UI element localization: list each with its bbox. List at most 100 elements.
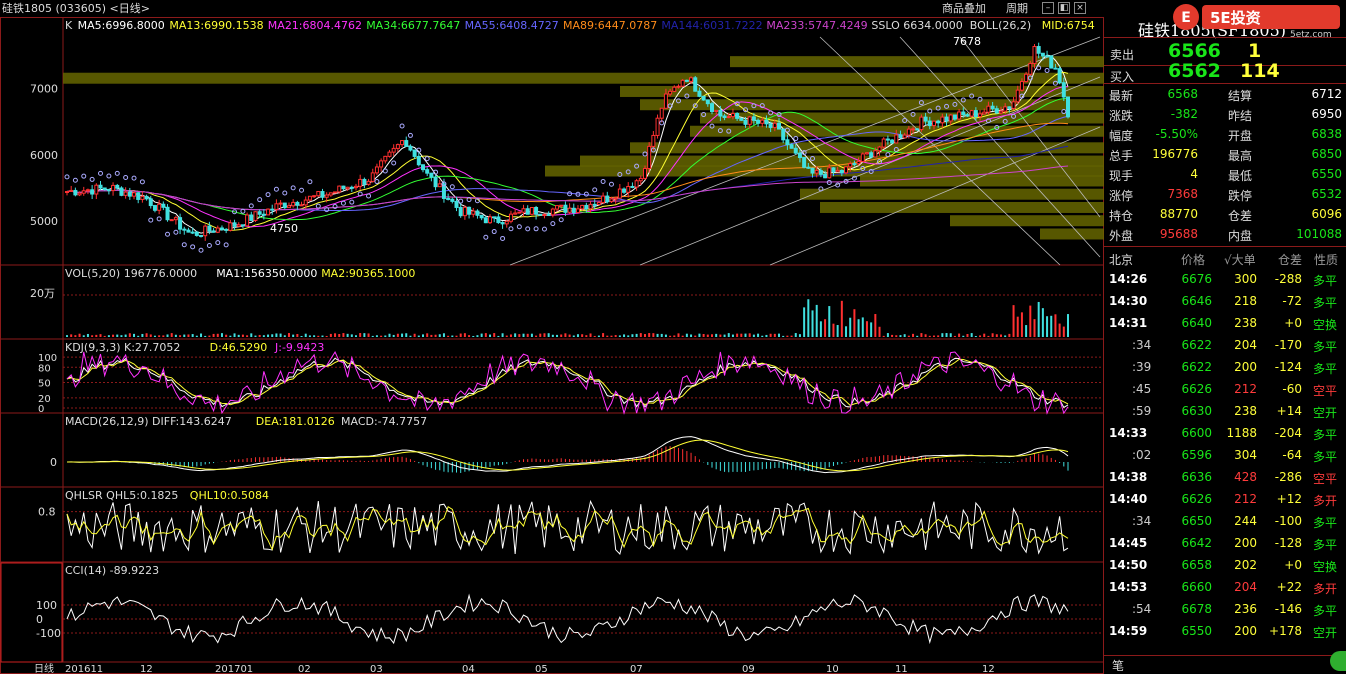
- volume-bar: [530, 333, 533, 337]
- stat-label: 最新: [1109, 89, 1134, 103]
- close-icon[interactable]: ×: [1074, 2, 1086, 14]
- volume-bar: [384, 335, 387, 337]
- stat-row: 幅度 -5.50% 开盘 6838: [1104, 127, 1346, 147]
- title-bar: 硅铁1805 (033605) <日线> 商品叠加 周期 – ◧ ×: [0, 0, 1346, 17]
- restore-icon[interactable]: ◧: [1058, 2, 1070, 14]
- candle-body: [789, 144, 794, 149]
- volume-bar: [803, 307, 806, 337]
- tick-time: 14:26: [1109, 272, 1148, 286]
- volume-bar: [891, 334, 894, 337]
- sar-dot: [165, 231, 171, 237]
- x-axis-label: 05: [535, 664, 548, 674]
- sar-dot: [156, 216, 162, 222]
- volume-bar: [422, 334, 425, 337]
- tick-row[interactable]: 14:33 6600 1188 -204 多平: [1104, 423, 1346, 445]
- tick-row[interactable]: 14:40 6626 212 +12 多开: [1104, 489, 1346, 511]
- volume-bar: [1058, 323, 1061, 337]
- tick-row[interactable]: 14:31 6640 238 +0 空换: [1104, 313, 1346, 335]
- menu-period[interactable]: 周期: [1006, 0, 1028, 17]
- sar-dot: [72, 177, 78, 183]
- tick-time: :59: [1132, 404, 1152, 418]
- volume-bar: [706, 334, 709, 337]
- tick-row[interactable]: :34 6650 244 -100 多平: [1104, 511, 1346, 533]
- volume-bar: [547, 333, 550, 337]
- volume-bar: [459, 333, 462, 337]
- bid-row[interactable]: 买入 6562 114: [1110, 59, 1346, 85]
- candle-body: [818, 170, 823, 175]
- x-axis-label: 201701: [215, 664, 253, 674]
- stat-row: 最新 6568 结算 6712: [1104, 87, 1346, 107]
- volume-bar: [463, 333, 466, 337]
- kline-chart[interactable]: 70006000500076784750K MA5:6996.8000 MA13:6…: [0, 17, 1104, 674]
- candle-body: [906, 128, 911, 136]
- sar-dot: [608, 181, 614, 187]
- volume-bar: [321, 335, 324, 337]
- tick-price: 6642: [1181, 536, 1212, 550]
- main-legend-item: K: [65, 19, 73, 32]
- volume-bar: [480, 333, 483, 337]
- tick-row[interactable]: :59 6630 238 +14 空开: [1104, 401, 1346, 423]
- vol-legend-item: MA1:156350.0000: [216, 267, 317, 280]
- volume-bar: [346, 333, 349, 337]
- candle-body: [915, 128, 920, 131]
- tick-row[interactable]: :34 6622 204 -170 多平: [1104, 335, 1346, 357]
- macd-legend-item: DEA:181.0126: [256, 415, 335, 428]
- menu-overlay[interactable]: 商品叠加: [942, 0, 986, 17]
- tick-row[interactable]: 14:26 6676 300 -288 多平: [1104, 269, 1346, 291]
- candle-body: [303, 199, 308, 206]
- price-axis-label: 6000: [30, 149, 58, 162]
- tick-nature: 空换: [1313, 318, 1338, 332]
- tick-row[interactable]: 14:30 6646 218 -72 多平: [1104, 291, 1346, 313]
- sar-dot: [215, 240, 221, 246]
- candle-body: [383, 155, 388, 162]
- tick-row[interactable]: :45 6626 212 -60 空平: [1104, 379, 1346, 401]
- volume-bar: [455, 335, 458, 337]
- x-axis-label: 11: [895, 664, 908, 674]
- volume-bar: [581, 334, 584, 337]
- tick-nature: 多平: [1313, 274, 1338, 288]
- volume-bar: [623, 334, 626, 337]
- candle-body: [152, 205, 157, 211]
- candle-body: [1007, 106, 1012, 109]
- tick-volume: 202: [1234, 558, 1257, 572]
- tick-row[interactable]: :39 6622 200 -124 多平: [1104, 357, 1346, 379]
- logo-sub: 5etz.com: [1290, 30, 1332, 39]
- cci-axis-label: 0: [36, 613, 43, 626]
- stat-row: 外盘 95688 内盘 101088: [1104, 227, 1346, 247]
- kdj-axis-label: 80: [38, 363, 51, 374]
- candle-body: [102, 187, 107, 191]
- tick-time: :54: [1132, 602, 1152, 616]
- volume-bar: [995, 334, 998, 337]
- candle-body: [638, 177, 643, 182]
- tick-row[interactable]: 14:50 6658 202 +0 空换: [1104, 555, 1346, 577]
- sar-dot: [81, 173, 87, 179]
- tick-row[interactable]: 14:38 6636 428 -286 空平: [1104, 467, 1346, 489]
- side-tab-icon[interactable]: [1330, 651, 1346, 671]
- volume-profile-bar: [630, 142, 1104, 154]
- tick-row[interactable]: :02 6596 304 -64 多平: [1104, 445, 1346, 467]
- tick-time: :39: [1132, 360, 1152, 374]
- volume-bar: [405, 333, 408, 337]
- ticks-header: 北京 价格 √大单 仓差 性质: [1104, 248, 1346, 270]
- tick-nature: 空换: [1313, 560, 1338, 574]
- tick-row[interactable]: 14:59 6550 200 +178 空开: [1104, 621, 1346, 643]
- tick-price: 6636: [1181, 470, 1212, 484]
- candle-body: [140, 195, 145, 200]
- volume-bar: [987, 335, 990, 337]
- candle-body: [990, 105, 995, 110]
- volume-bar: [472, 335, 475, 337]
- tick-row[interactable]: 14:53 6660 204 +22 多开: [1104, 577, 1346, 599]
- candle-body: [106, 189, 111, 192]
- volume-bar: [262, 335, 265, 337]
- minimize-icon[interactable]: –: [1042, 2, 1054, 14]
- candle-body: [676, 85, 681, 88]
- volume-bar: [685, 333, 688, 337]
- tick-nature: 空开: [1313, 406, 1338, 420]
- tick-oi-change: -288: [1274, 272, 1302, 286]
- tick-row[interactable]: 14:45 6642 200 -128 多平: [1104, 533, 1346, 555]
- main-legend-item: MA5:6996.8000: [78, 19, 165, 32]
- tick-row[interactable]: :54 6678 236 -146 多平: [1104, 599, 1346, 621]
- tick-nature: 多平: [1313, 296, 1338, 310]
- candle-body: [249, 214, 254, 221]
- qhlsr-legend-item: QHLSR QHL5:0.1825: [65, 489, 178, 502]
